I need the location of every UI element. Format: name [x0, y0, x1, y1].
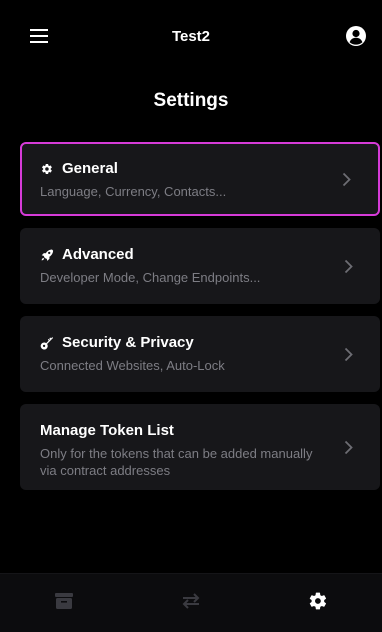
settings-list: General Language, Currency, Contacts... … [20, 142, 380, 502]
settings-item-description: Language, Currency, Contacts... [40, 184, 227, 199]
nav-settings-button[interactable] [288, 583, 348, 623]
nav-wallet-button[interactable] [34, 583, 94, 623]
page-title: Settings [153, 90, 229, 111]
settings-item-manage-token-list[interactable]: Manage Token List Only for the tokens th… [20, 404, 380, 490]
settings-item-security-privacy[interactable]: Security & Privacy Connected Websites, A… [20, 316, 380, 392]
settings-item-title: General [62, 160, 118, 177]
gear-icon [308, 591, 328, 616]
top-bar: Test2 [0, 0, 382, 70]
rocket-icon [40, 248, 54, 262]
key-icon [40, 336, 54, 350]
settings-item-description: Only for the tokens that can be added ma… [40, 446, 313, 478]
settings-item-description: Developer Mode, Change Endpoints... [40, 270, 261, 285]
swap-arrows-icon [179, 592, 203, 615]
settings-item-title: Advanced [62, 246, 134, 263]
app-root: Test2 Settings General Language, Currenc… [0, 0, 382, 632]
bottom-nav [0, 573, 382, 632]
settings-item-title: Manage Token List [40, 422, 174, 439]
app-title: Test2 [171, 28, 211, 45]
account-icon[interactable] [342, 22, 370, 50]
chevron-right-icon [342, 257, 354, 275]
chevron-right-icon [342, 438, 354, 456]
nav-swap-button[interactable] [161, 583, 221, 623]
chevron-right-icon [342, 345, 354, 363]
settings-item-general[interactable]: General Language, Currency, Contacts... [20, 142, 380, 216]
settings-item-title: Security & Privacy [62, 334, 194, 351]
settings-item-advanced[interactable]: Advanced Developer Mode, Change Endpoint… [20, 228, 380, 304]
settings-item-description: Connected Websites, Auto-Lock [40, 358, 225, 373]
chevron-right-icon [340, 170, 352, 188]
wallet-icon [54, 592, 74, 615]
gear-icon [40, 162, 54, 176]
